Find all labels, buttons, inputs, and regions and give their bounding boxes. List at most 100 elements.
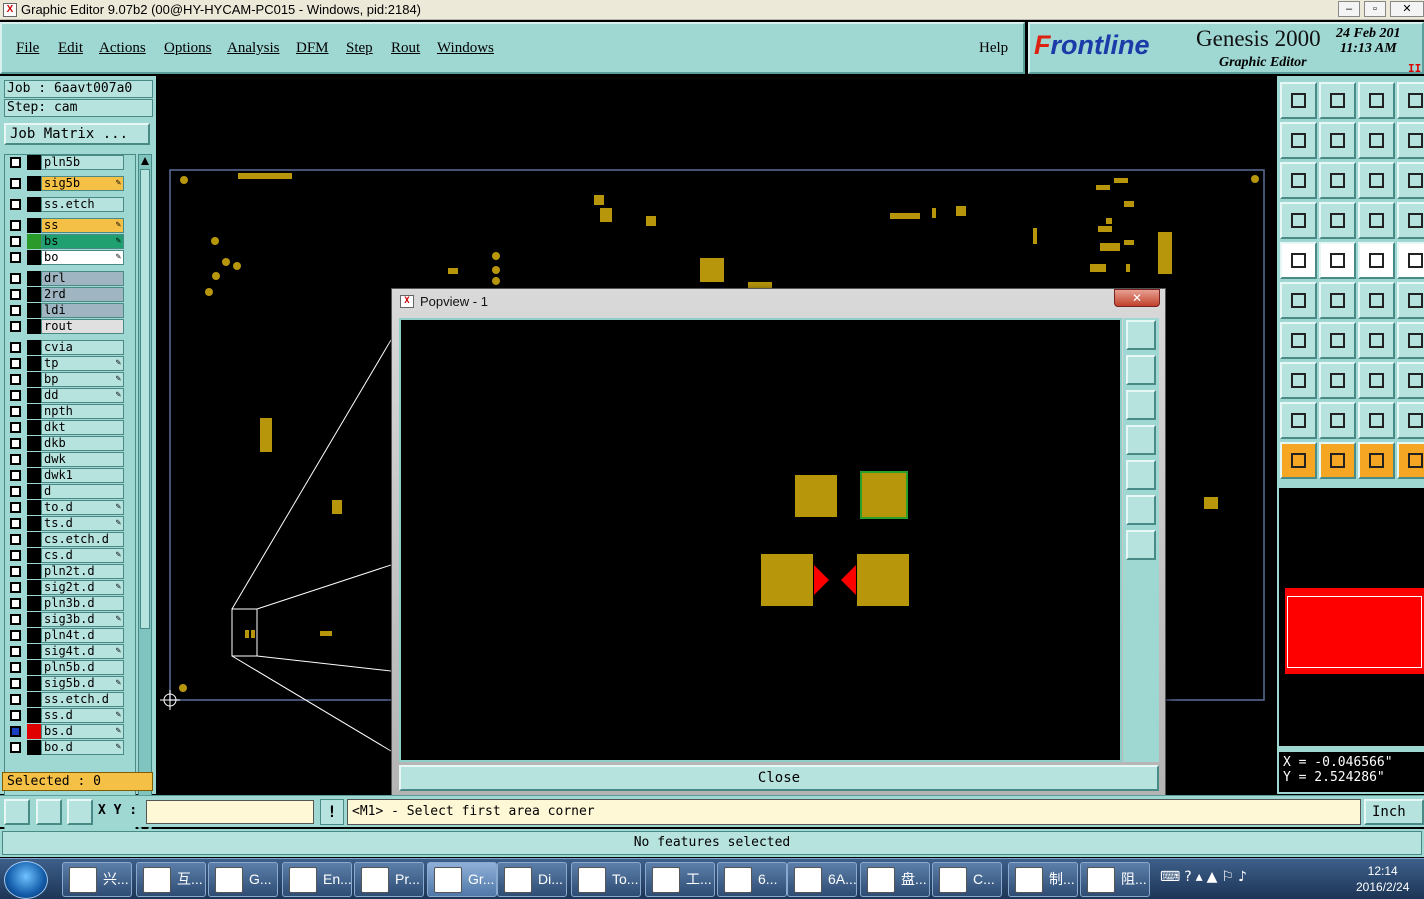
layer-row[interactable]: ss ✎ [5, 218, 135, 233]
layer-checkbox[interactable] [10, 630, 21, 641]
layer-row[interactable]: cs.d ✎ [5, 548, 135, 563]
layer-name[interactable]: ldi [41, 303, 124, 318]
layer-checkbox[interactable] [10, 614, 21, 625]
layer-checkbox[interactable] [10, 742, 21, 753]
menu-step[interactable]: Step [346, 40, 373, 57]
layer-checkbox[interactable] [10, 534, 21, 545]
maximize-button[interactable]: ▫ [1364, 1, 1386, 17]
taskbar-item[interactable]: 6A... [787, 862, 857, 897]
layer-row[interactable]: rout [5, 319, 135, 334]
taskbar-item[interactable]: 阻... [1080, 862, 1150, 897]
layer-name[interactable]: sig4t.d ✎ [41, 644, 124, 659]
polygon-icon[interactable] [1280, 402, 1317, 439]
layer-name[interactable]: dwk1 [41, 468, 124, 483]
layer-row[interactable]: to.d ✎ [5, 500, 135, 515]
popview-pan-left-icon[interactable] [1126, 425, 1156, 455]
layer-row[interactable]: bo.d ✎ [5, 740, 135, 755]
pan-right-icon[interactable] [1319, 122, 1356, 159]
layer-checkbox[interactable] [10, 305, 21, 316]
mini-view-window[interactable] [1287, 596, 1422, 668]
layer-row[interactable]: cvia [5, 340, 135, 355]
layer-checkbox[interactable] [10, 342, 21, 353]
grid-icon[interactable] [67, 799, 93, 825]
popview-drawing[interactable] [401, 320, 1120, 760]
connect-icon[interactable] [1280, 282, 1317, 319]
scroll-thumb[interactable] [140, 169, 150, 629]
pointer-box-icon[interactable] [1397, 442, 1424, 479]
layer-name[interactable]: tp ✎ [41, 356, 124, 371]
layer-checkbox[interactable] [10, 406, 21, 417]
layer-name[interactable]: dkb [41, 436, 124, 451]
exclamation-button[interactable]: ! [320, 799, 344, 825]
layer-swap-icon[interactable] [1397, 202, 1424, 239]
layer-name[interactable]: bo.d ✎ [41, 740, 124, 755]
pause-icon[interactable]: II [1408, 62, 1421, 75]
arch-icon[interactable] [1358, 402, 1395, 439]
layer-color-swatch[interactable] [27, 197, 41, 212]
horizontal-line-icon[interactable] [1319, 362, 1356, 399]
layer-color-swatch[interactable] [27, 287, 41, 302]
layer-name[interactable]: ss.etch [41, 197, 124, 212]
layer-checkbox[interactable] [10, 582, 21, 593]
layer-name[interactable]: pln4t.d [41, 628, 124, 643]
layer-name[interactable]: sig3b.d ✎ [41, 612, 124, 627]
cross-icon[interactable] [1319, 282, 1356, 319]
layer-row[interactable]: bs ✎ [5, 234, 135, 249]
layer-name[interactable]: ts.d ✎ [41, 516, 124, 531]
popview-zoom-fit-icon[interactable] [1126, 495, 1156, 525]
layer-color-swatch[interactable] [27, 644, 41, 659]
pan-down-icon[interactable] [1319, 82, 1356, 119]
layer-name[interactable]: pln2t.d [41, 564, 124, 579]
layer-row[interactable]: bs.d ✎ [5, 724, 135, 739]
layer-checkbox[interactable] [10, 470, 21, 481]
layer-color-swatch[interactable] [27, 516, 41, 531]
layer-checkbox[interactable] [10, 566, 21, 577]
angle-icon[interactable] [1280, 322, 1317, 359]
zoom-query-icon[interactable] [1397, 162, 1424, 199]
layer-color-swatch[interactable] [27, 580, 41, 595]
grid-settings-icon[interactable] [1280, 202, 1317, 239]
layer-name[interactable]: d [41, 484, 124, 499]
pointer-circle-icon[interactable] [1358, 442, 1395, 479]
layer-row[interactable]: sig5b ✎ [5, 176, 135, 191]
layer-name[interactable]: pln3b.d [41, 596, 124, 611]
layer-color-swatch[interactable] [27, 250, 41, 265]
layer-list-scrollbar[interactable] [138, 154, 152, 840]
layer-row[interactable]: dkb [5, 436, 135, 451]
layer-row[interactable]: dwk [5, 452, 135, 467]
popview-zoom-window-icon[interactable] [1126, 320, 1156, 350]
taskbar-item[interactable]: 兴... [62, 862, 132, 897]
layer-name[interactable]: bs.d ✎ [41, 724, 124, 739]
layer-checkbox[interactable] [10, 550, 21, 561]
layer-name[interactable]: bp ✎ [41, 372, 124, 387]
layer-row[interactable]: drl [5, 271, 135, 286]
menu-windows[interactable]: Windows [437, 40, 494, 57]
layer-row[interactable]: ss.etch [5, 197, 135, 212]
layer-checkbox[interactable] [10, 252, 21, 263]
layer-checkbox[interactable] [10, 157, 21, 168]
layer-name[interactable]: bs ✎ [41, 234, 124, 249]
layer-name[interactable]: dkt [41, 420, 124, 435]
layer-row[interactable]: dd ✎ [5, 388, 135, 403]
layer-color-swatch[interactable] [27, 676, 41, 691]
layer-color-swatch[interactable] [27, 234, 41, 249]
layer-checkbox[interactable] [10, 518, 21, 529]
layer-name[interactable]: cs.d ✎ [41, 548, 124, 563]
layer-row[interactable]: npth [5, 404, 135, 419]
layer-name[interactable]: dd ✎ [41, 388, 124, 403]
layer-name[interactable]: sig2t.d ✎ [41, 580, 124, 595]
layer-name[interactable]: pln5b.d [41, 660, 124, 675]
layer-color-swatch[interactable] [27, 218, 41, 233]
undo-zoom-icon[interactable] [1358, 122, 1395, 159]
pan-up-icon[interactable] [1280, 82, 1317, 119]
layer-checkbox[interactable] [10, 390, 21, 401]
taskbar-item[interactable]: 盘... [860, 862, 930, 897]
layer-checkbox[interactable] [10, 289, 21, 300]
taskbar-item[interactable]: Di... [497, 862, 567, 897]
layer-name[interactable]: drl [41, 271, 124, 286]
zoom-one-to-one-icon[interactable] [1358, 162, 1395, 199]
menu-rout[interactable]: Rout [391, 40, 420, 57]
layer-color-swatch[interactable] [27, 724, 41, 739]
layer-color-swatch[interactable] [27, 388, 41, 403]
pointer-highlight-icon[interactable] [1319, 442, 1356, 479]
